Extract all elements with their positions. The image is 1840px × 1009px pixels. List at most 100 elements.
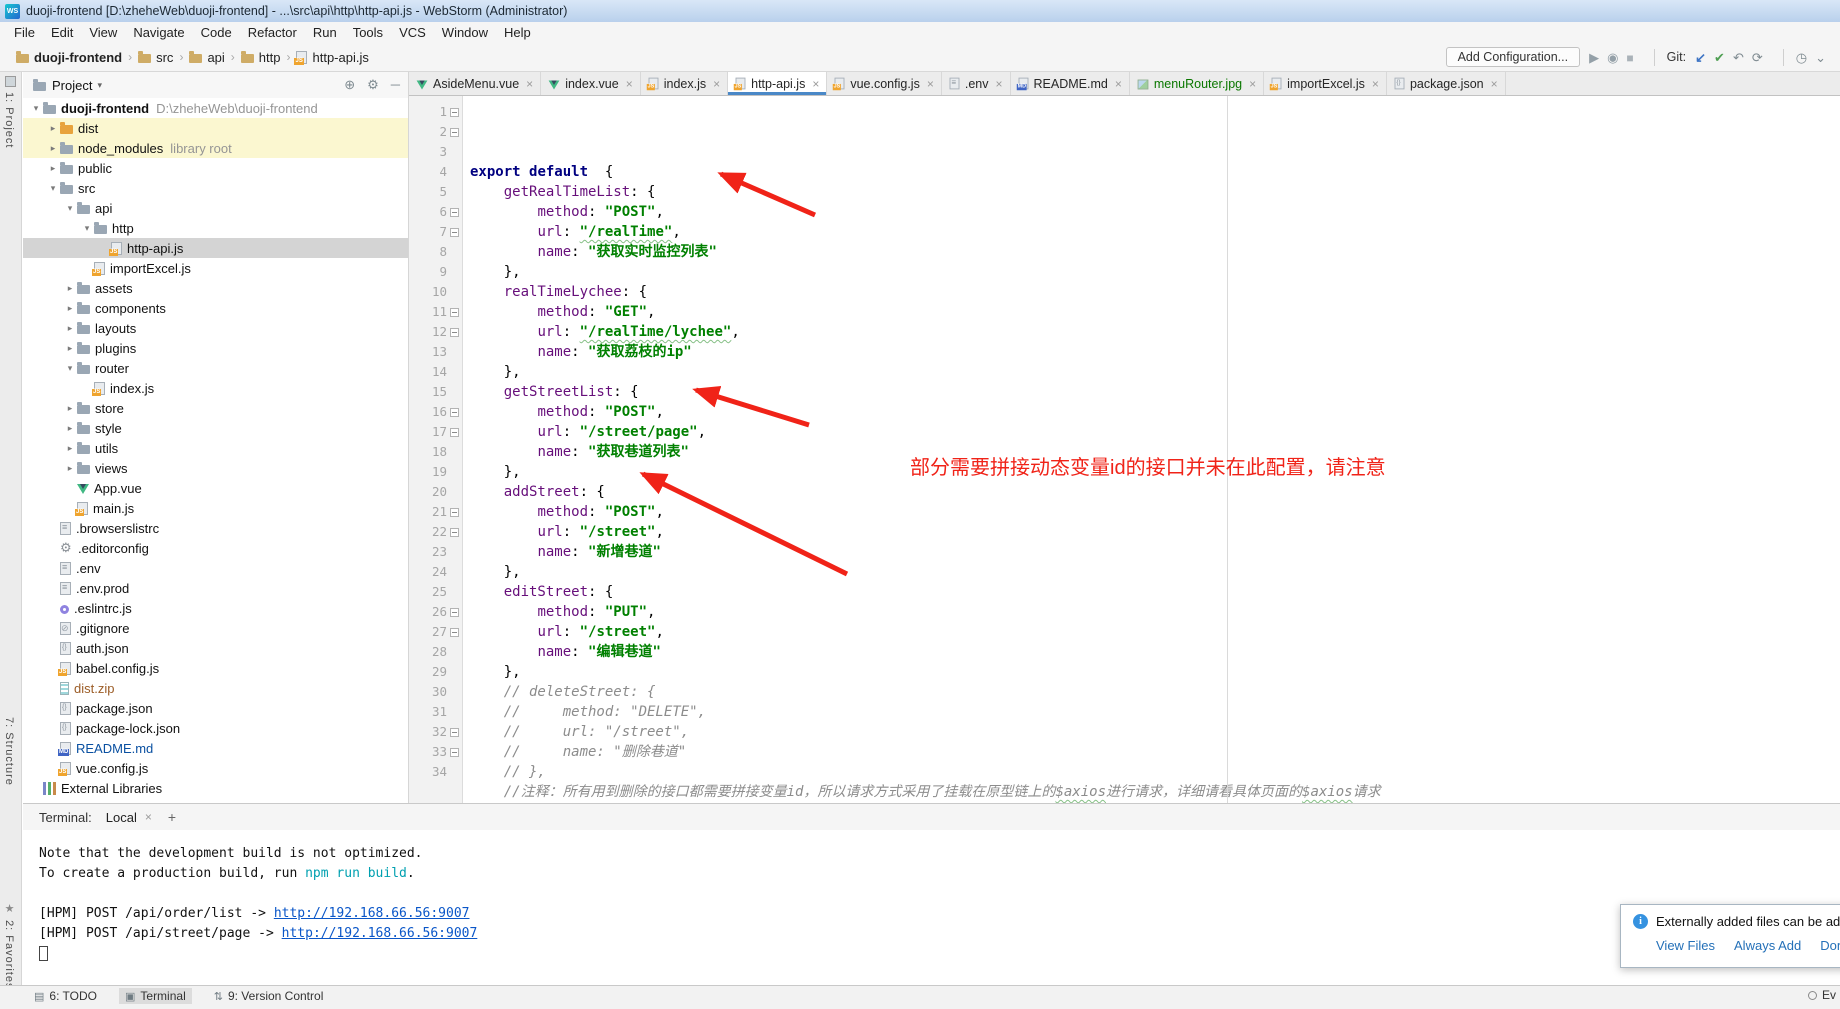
menu-run[interactable]: Run (305, 24, 345, 41)
terminal-tab-local[interactable]: Local × (96, 808, 156, 827)
menu-help[interactable]: Help (496, 24, 539, 41)
tree-expand-arrow-icon[interactable]: ▸ (63, 463, 77, 474)
tree-collapse-arrow-icon[interactable]: ▾ (46, 183, 60, 194)
menu-window[interactable]: Window (434, 24, 496, 41)
tab-asidemenu-vue[interactable]: AsideMenu.vue× (409, 72, 541, 95)
menu-tools[interactable]: Tools (345, 24, 391, 41)
statusbar-6-todo[interactable]: 6: TODO (28, 988, 103, 1004)
tree-expand-arrow-icon[interactable]: ▸ (63, 423, 77, 434)
tree-item-http-api-js[interactable]: http-api.js (23, 238, 408, 258)
menu-code[interactable]: Code (193, 24, 240, 41)
tree-item-env-prod[interactable]: .env.prod (23, 578, 408, 598)
tree-item-external-libraries[interactable]: External Libraries (23, 778, 408, 798)
menu-vcs[interactable]: VCS (391, 24, 434, 41)
tree-expand-arrow-icon[interactable]: ▸ (63, 343, 77, 354)
fold-marker[interactable] (450, 628, 459, 637)
fold-marker[interactable] (450, 408, 459, 417)
tab-readme-md[interactable]: README.md× (1011, 72, 1130, 95)
fold-marker[interactable] (450, 728, 459, 737)
fold-marker[interactable] (450, 228, 459, 237)
fold-marker[interactable] (450, 208, 459, 217)
fold-marker[interactable] (450, 528, 459, 537)
project-header-icon-1[interactable]: ⚙ (367, 77, 379, 93)
close-icon[interactable]: × (1372, 77, 1379, 91)
fold-marker[interactable] (450, 308, 459, 317)
new-terminal-button[interactable]: + (160, 809, 184, 825)
update-icon[interactable] (1695, 50, 1706, 65)
breadcrumb-http[interactable]: http (241, 50, 281, 65)
tree-item-layouts[interactable]: ▸layouts (23, 318, 408, 338)
tree-item-store[interactable]: ▸store (23, 398, 408, 418)
close-icon[interactable]: × (812, 77, 819, 91)
history-icon[interactable] (1752, 50, 1763, 65)
tree-expand-arrow-icon[interactable]: ▸ (63, 303, 77, 314)
fold-marker[interactable] (450, 508, 459, 517)
tree-item-dist[interactable]: ▸dist (23, 118, 408, 138)
tree-expand-arrow-icon[interactable]: ▸ (63, 403, 77, 414)
tab-importexcel-js[interactable]: importExcel.js× (1264, 72, 1387, 95)
tree-item-http[interactable]: ▾http (23, 218, 408, 238)
notification-action-view-files[interactable]: View Files (1656, 938, 1715, 953)
statusbar-terminal[interactable]: Terminal (119, 988, 192, 1004)
breadcrumb-api[interactable]: api (189, 50, 224, 65)
tree-expand-arrow-icon[interactable]: ▸ (46, 123, 60, 134)
debug-icon[interactable] (1607, 50, 1618, 65)
terminal-link[interactable]: http://192.168.66.56:9007 (274, 906, 470, 921)
tree-item-duoji-frontend[interactable]: ▾duoji-frontendD:\zheheWeb\duoji-fronten… (23, 98, 408, 118)
tree-expand-arrow-icon[interactable]: ▸ (63, 323, 77, 334)
revert-icon[interactable] (1733, 50, 1744, 65)
tab-vue-config-js[interactable]: vue.config.js× (827, 72, 942, 95)
tree-item-eslintrc-js[interactable]: .eslintrc.js (23, 598, 408, 618)
close-icon[interactable]: × (626, 77, 633, 91)
clock-icon[interactable] (1796, 50, 1807, 65)
breadcrumb-http-api-js[interactable]: http-api.js (296, 50, 368, 65)
project-header-icon-2[interactable]: ─ (391, 77, 400, 93)
menu-refactor[interactable]: Refactor (240, 24, 305, 41)
tree-item-assets[interactable]: ▸assets (23, 278, 408, 298)
tab-package-json[interactable]: package.json× (1387, 72, 1506, 95)
fold-marker[interactable] (450, 328, 459, 337)
tree-item-utils[interactable]: ▸utils (23, 438, 408, 458)
notification-action-don-t-ask-agai[interactable]: Don't Ask Agai (1820, 938, 1840, 953)
statusbar-9-version-control[interactable]: 9: Version Control (208, 988, 330, 1004)
tree-collapse-arrow-icon[interactable]: ▾ (63, 203, 77, 214)
tab-env[interactable]: .env× (942, 72, 1011, 95)
tree-item-vue-config-js[interactable]: vue.config.js (23, 758, 408, 778)
tree-item-src[interactable]: ▾src (23, 178, 408, 198)
tree-item-plugins[interactable]: ▸plugins (23, 338, 408, 358)
tree-item-index-js[interactable]: index.js (23, 378, 408, 398)
close-icon[interactable]: × (995, 77, 1002, 91)
project-panel-header[interactable]: Project ▾ ⊕⚙─ (23, 72, 408, 98)
tool-strip-structure[interactable]: 7: Structure (3, 717, 15, 786)
tree-expand-arrow-icon[interactable]: ▸ (63, 443, 77, 454)
breadcrumb-duoji-frontend[interactable]: duoji-frontend (16, 50, 122, 65)
tree-item-router[interactable]: ▾router (23, 358, 408, 378)
tool-window-switcher-icon[interactable] (5, 76, 16, 87)
tree-item-browserslistrc[interactable]: .browserslistrc (23, 518, 408, 538)
tree-collapse-arrow-icon[interactable]: ▾ (29, 103, 43, 114)
fold-marker[interactable] (450, 108, 459, 117)
terminal-link[interactable]: http://192.168.66.56:9007 (282, 926, 478, 941)
tool-strip-project[interactable]: 1: Project (3, 92, 15, 148)
tree-item-importexcel-js[interactable]: importExcel.js (23, 258, 408, 278)
play-icon[interactable] (1589, 50, 1599, 65)
stop-icon[interactable] (1626, 50, 1633, 65)
terminal-output[interactable]: Note that the development build is not o… (23, 830, 1840, 964)
close-icon[interactable]: × (145, 810, 152, 824)
fold-marker[interactable] (450, 608, 459, 617)
tree-collapse-arrow-icon[interactable]: ▾ (63, 363, 77, 374)
close-icon[interactable]: × (713, 77, 720, 91)
tab-index-js[interactable]: index.js× (641, 72, 728, 95)
tree-item-components[interactable]: ▸components (23, 298, 408, 318)
close-icon[interactable]: × (1249, 77, 1256, 91)
menu-file[interactable]: File (6, 24, 43, 41)
tab-index-vue[interactable]: index.vue× (541, 72, 641, 95)
add-configuration-button[interactable]: Add Configuration... (1446, 47, 1581, 67)
status-bar-right[interactable]: Ev (1808, 988, 1836, 1002)
tree-item-editorconfig[interactable]: .editorconfig (23, 538, 408, 558)
fold-marker[interactable] (450, 748, 459, 757)
chev-icon[interactable] (1815, 50, 1826, 65)
fold-marker[interactable] (450, 128, 459, 137)
tree-item-main-js[interactable]: main.js (23, 498, 408, 518)
tool-strip-favorites[interactable]: 2: Favorites (3, 902, 16, 990)
